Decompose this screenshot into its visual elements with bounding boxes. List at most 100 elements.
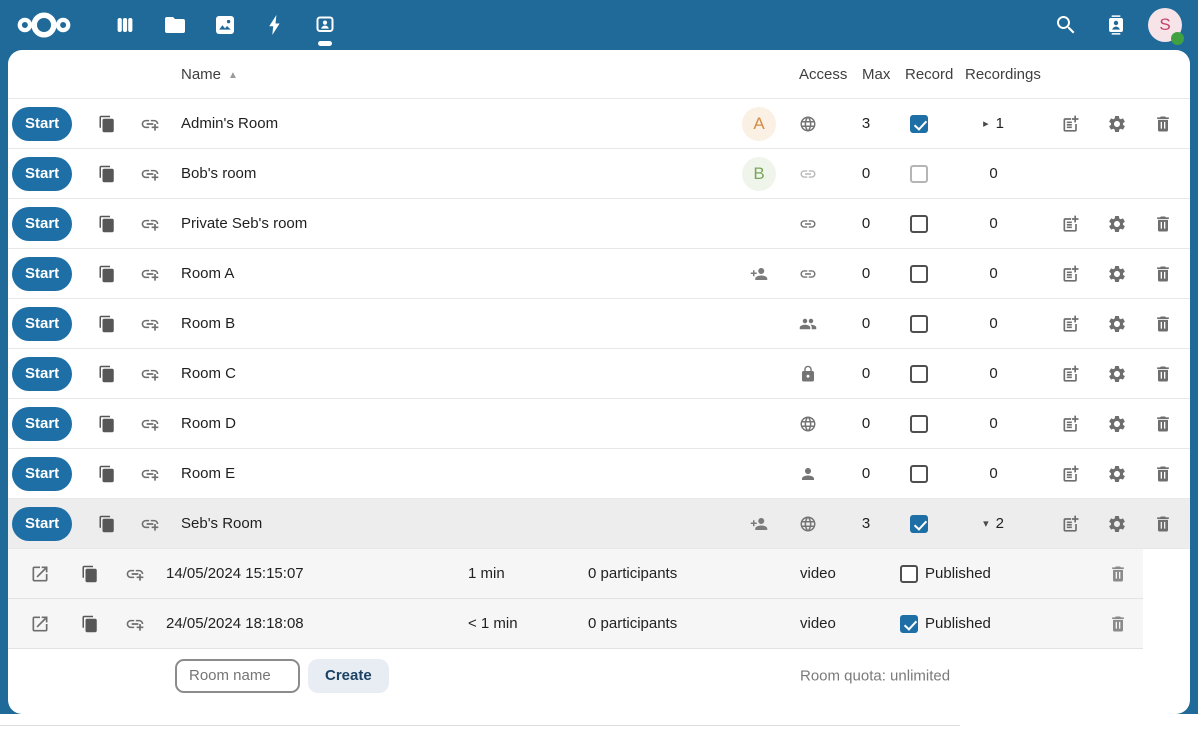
room-settings-button[interactable]: [1107, 414, 1127, 434]
add-room-link-button[interactable]: [140, 264, 160, 284]
recordings-count-cell[interactable]: 0: [939, 465, 1048, 482]
room-name-input[interactable]: [175, 659, 300, 693]
collapse-recordings-icon[interactable]: ▾: [983, 517, 989, 530]
app-files[interactable]: [150, 0, 200, 50]
room-settings-button[interactable]: [1107, 264, 1127, 284]
record-checkbox[interactable]: [910, 215, 928, 233]
copy-recording-link-button[interactable]: [81, 615, 99, 633]
recordings-count-cell[interactable]: ▸1: [939, 115, 1048, 132]
published-checkbox[interactable]: [900, 565, 918, 583]
delete-room-button[interactable]: [1153, 364, 1173, 384]
edit-room-button[interactable]: [1061, 114, 1081, 134]
start-room-button[interactable]: Start: [12, 107, 72, 141]
add-room-link-button[interactable]: [140, 464, 160, 484]
room-settings-button[interactable]: [1107, 114, 1127, 134]
start-room-button[interactable]: Start: [12, 257, 72, 291]
room-name[interactable]: Room D: [172, 415, 735, 432]
start-room-button[interactable]: Start: [12, 207, 72, 241]
record-checkbox[interactable]: [910, 315, 928, 333]
open-recording-button[interactable]: [30, 614, 50, 634]
room-name[interactable]: Room A: [172, 265, 735, 282]
start-room-button[interactable]: Start: [12, 507, 72, 541]
column-header-access[interactable]: Access: [799, 50, 847, 99]
record-checkbox[interactable]: [910, 415, 928, 433]
room-settings-button[interactable]: [1107, 514, 1127, 534]
edit-room-button[interactable]: [1061, 314, 1081, 334]
app-rooms[interactable]: [300, 0, 350, 50]
room-settings-button[interactable]: [1107, 464, 1127, 484]
recordings-count-cell[interactable]: 0: [939, 365, 1048, 382]
copy-recording-link-button[interactable]: [81, 565, 99, 583]
add-room-link-button[interactable]: [140, 364, 160, 384]
edit-room-button[interactable]: [1061, 364, 1081, 384]
room-settings-button[interactable]: [1107, 314, 1127, 334]
room-settings-button[interactable]: [1107, 214, 1127, 234]
edit-room-button[interactable]: [1061, 514, 1081, 534]
start-room-button[interactable]: Start: [12, 307, 72, 341]
recordings-count-cell[interactable]: 0: [939, 165, 1048, 182]
delete-recording-button[interactable]: [1108, 614, 1128, 634]
nextcloud-logo[interactable]: [16, 8, 72, 42]
delete-room-button[interactable]: [1153, 264, 1173, 284]
column-header-record[interactable]: Record: [905, 50, 953, 99]
start-room-button[interactable]: Start: [12, 157, 72, 191]
user-avatar[interactable]: S: [1148, 8, 1182, 42]
edit-room-button[interactable]: [1061, 414, 1081, 434]
share-recording-link-button[interactable]: [125, 614, 145, 634]
copy-room-link-button[interactable]: [98, 515, 116, 533]
recordings-count-cell[interactable]: 0: [939, 215, 1048, 232]
add-room-link-button[interactable]: [140, 114, 160, 134]
recordings-count-cell[interactable]: ▾2: [939, 515, 1048, 532]
open-recording-button[interactable]: [30, 564, 50, 584]
app-dashboard[interactable]: [100, 0, 150, 50]
expand-recordings-icon[interactable]: ▸: [983, 117, 989, 130]
delete-room-button[interactable]: [1153, 314, 1173, 334]
copy-room-link-button[interactable]: [98, 265, 116, 283]
room-name[interactable]: Seb's Room: [172, 515, 735, 532]
record-checkbox[interactable]: [910, 165, 928, 183]
published-checkbox[interactable]: [900, 615, 918, 633]
delete-room-button[interactable]: [1153, 464, 1173, 484]
delete-room-button[interactable]: [1153, 514, 1173, 534]
copy-room-link-button[interactable]: [98, 315, 116, 333]
room-name[interactable]: Private Seb's room: [172, 215, 735, 232]
record-checkbox[interactable]: [910, 115, 928, 133]
add-room-link-button[interactable]: [140, 514, 160, 534]
recordings-count-cell[interactable]: 0: [939, 315, 1048, 332]
room-name[interactable]: Room E: [172, 465, 735, 482]
add-room-link-button[interactable]: [140, 214, 160, 234]
delete-recording-button[interactable]: [1108, 564, 1128, 584]
start-room-button[interactable]: Start: [12, 357, 72, 391]
room-name[interactable]: Room B: [172, 315, 735, 332]
recordings-count-cell[interactable]: 0: [939, 265, 1048, 282]
recordings-count-cell[interactable]: 0: [939, 415, 1048, 432]
delete-room-button[interactable]: [1153, 114, 1173, 134]
edit-room-button[interactable]: [1061, 264, 1081, 284]
column-header-max[interactable]: Max: [862, 50, 890, 99]
room-name[interactable]: Admin's Room: [172, 115, 735, 132]
create-room-button[interactable]: Create: [308, 659, 389, 693]
column-header-name[interactable]: Name▲: [181, 50, 238, 100]
start-room-button[interactable]: Start: [12, 407, 72, 441]
copy-room-link-button[interactable]: [98, 115, 116, 133]
copy-room-link-button[interactable]: [98, 415, 116, 433]
record-checkbox[interactable]: [910, 365, 928, 383]
copy-room-link-button[interactable]: [98, 365, 116, 383]
record-checkbox[interactable]: [910, 265, 928, 283]
edit-room-button[interactable]: [1061, 214, 1081, 234]
contacts-button[interactable]: [1098, 7, 1134, 43]
share-recording-link-button[interactable]: [125, 564, 145, 584]
add-room-link-button[interactable]: [140, 414, 160, 434]
app-photos[interactable]: [200, 0, 250, 50]
start-room-button[interactable]: Start: [12, 457, 72, 491]
room-name[interactable]: Room C: [172, 365, 735, 382]
copy-room-link-button[interactable]: [98, 165, 116, 183]
copy-room-link-button[interactable]: [98, 215, 116, 233]
room-settings-button[interactable]: [1107, 364, 1127, 384]
edit-room-button[interactable]: [1061, 464, 1081, 484]
add-room-link-button[interactable]: [140, 314, 160, 334]
delete-room-button[interactable]: [1153, 414, 1173, 434]
search-button[interactable]: [1048, 7, 1084, 43]
record-checkbox[interactable]: [910, 515, 928, 533]
copy-room-link-button[interactable]: [98, 465, 116, 483]
